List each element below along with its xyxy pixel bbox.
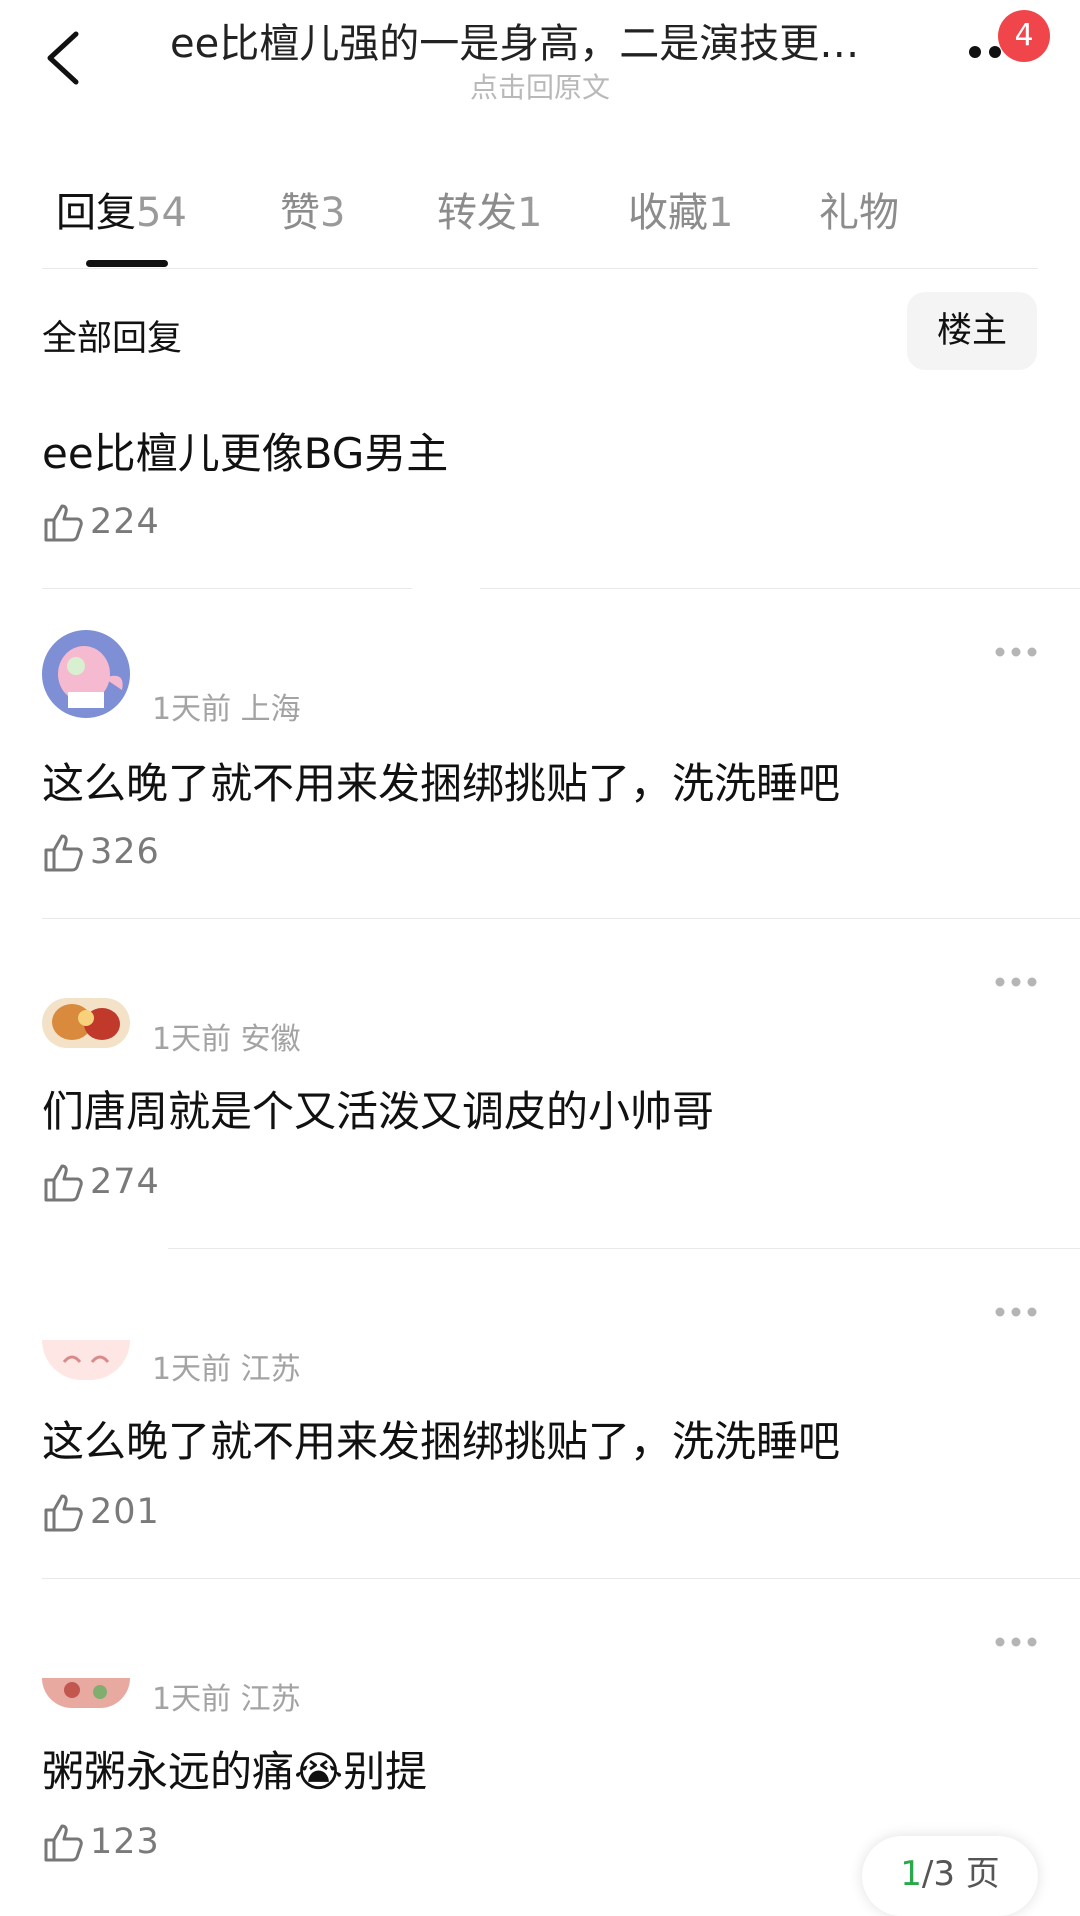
tab-replies[interactable]: 回复54 — [56, 180, 187, 238]
thumbs-up-icon — [44, 1164, 83, 1202]
page-indicator[interactable]: 1/3 页 — [862, 1836, 1038, 1916]
like-button[interactable]: 326 — [42, 830, 160, 876]
current-page: 1 — [900, 1854, 922, 1894]
all-replies-title: 全部回复 — [42, 319, 183, 359]
comment-meta: 1天前 江苏 — [152, 1352, 301, 1387]
avatar[interactable] — [42, 1678, 130, 1708]
tab-label: 礼物 — [819, 190, 899, 236]
row-divider — [480, 588, 1080, 589]
tab-likes[interactable]: 赞3 — [280, 180, 345, 238]
comment-more-icon[interactable] — [994, 646, 1038, 658]
like-count: 274 — [90, 1162, 160, 1202]
like-count: 201 — [90, 1492, 160, 1532]
tab-label: 回复 — [56, 190, 136, 236]
notification-badge: 4 — [998, 10, 1050, 62]
comment-meta: 1天前 上海 — [152, 692, 301, 727]
tab-count: 1 — [517, 190, 543, 236]
avatar[interactable] — [42, 998, 130, 1048]
row-divider — [42, 1578, 1080, 1579]
comment-meta: 1天前 江苏 — [152, 1682, 301, 1717]
total-pages: /3 页 — [921, 1854, 1000, 1894]
comment-text: 粥粥永远的痛😭别提 — [42, 1747, 428, 1796]
like-button[interactable]: 201 — [42, 1490, 160, 1536]
like-button[interactable]: 224 — [42, 500, 160, 546]
avatar-image — [42, 630, 130, 718]
op-filter-button[interactable]: 楼主 — [907, 292, 1037, 370]
like-button[interactable]: 123 — [42, 1820, 160, 1866]
tab-label: 转发 — [437, 190, 517, 236]
tab-count: 54 — [136, 190, 187, 236]
comment-more-icon[interactable] — [994, 976, 1038, 988]
thumbs-up-icon — [44, 834, 83, 872]
row-divider — [168, 1248, 1080, 1249]
comment-text: 这么晚了就不用来发捆绑挑贴了，洗洗睡吧 — [42, 1417, 841, 1466]
comment-text: 们唐周就是个又活泼又调皮的小帅哥 — [42, 1087, 715, 1136]
avatar-image — [42, 998, 130, 1048]
thumbs-up-icon — [44, 504, 83, 542]
comment-more-icon[interactable] — [994, 1636, 1038, 1648]
tab-count: 3 — [320, 190, 346, 236]
like-count: 123 — [90, 1822, 160, 1862]
active-tab-indicator — [86, 260, 168, 267]
tab-favorites[interactable]: 收藏1 — [628, 180, 733, 238]
tab-label: 赞 — [280, 190, 320, 236]
like-count: 326 — [90, 832, 160, 872]
comment-meta: 1天前 安徽 — [152, 1022, 301, 1057]
thumbs-up-icon — [44, 1824, 83, 1862]
tabs-divider — [42, 268, 1038, 269]
thumbs-up-icon — [44, 1494, 83, 1532]
tab-label: 收藏 — [628, 190, 708, 236]
avatar-image — [42, 1678, 130, 1708]
tab-reposts[interactable]: 转发1 — [437, 180, 542, 238]
reply-text: ee比檀儿更像BG男主 — [42, 429, 449, 478]
avatar[interactable] — [42, 630, 130, 718]
tab-gifts[interactable]: 礼物 — [819, 180, 899, 238]
avatar-image — [42, 1340, 130, 1380]
avatar[interactable] — [42, 1340, 130, 1380]
comment-more-icon[interactable] — [994, 1306, 1038, 1318]
comment-text: 这么晚了就不用来发捆绑挑贴了，洗洗睡吧 — [42, 759, 841, 808]
row-divider — [42, 918, 1080, 919]
row-divider — [42, 588, 412, 589]
back-to-original-link[interactable]: 点击回原文 — [0, 66, 1080, 106]
like-button[interactable]: 274 — [42, 1160, 160, 1206]
post-title[interactable]: ee比檀儿强的一是身高，二是演技更… — [170, 18, 910, 70]
tab-count: 1 — [708, 190, 734, 236]
like-count: 224 — [90, 502, 160, 542]
